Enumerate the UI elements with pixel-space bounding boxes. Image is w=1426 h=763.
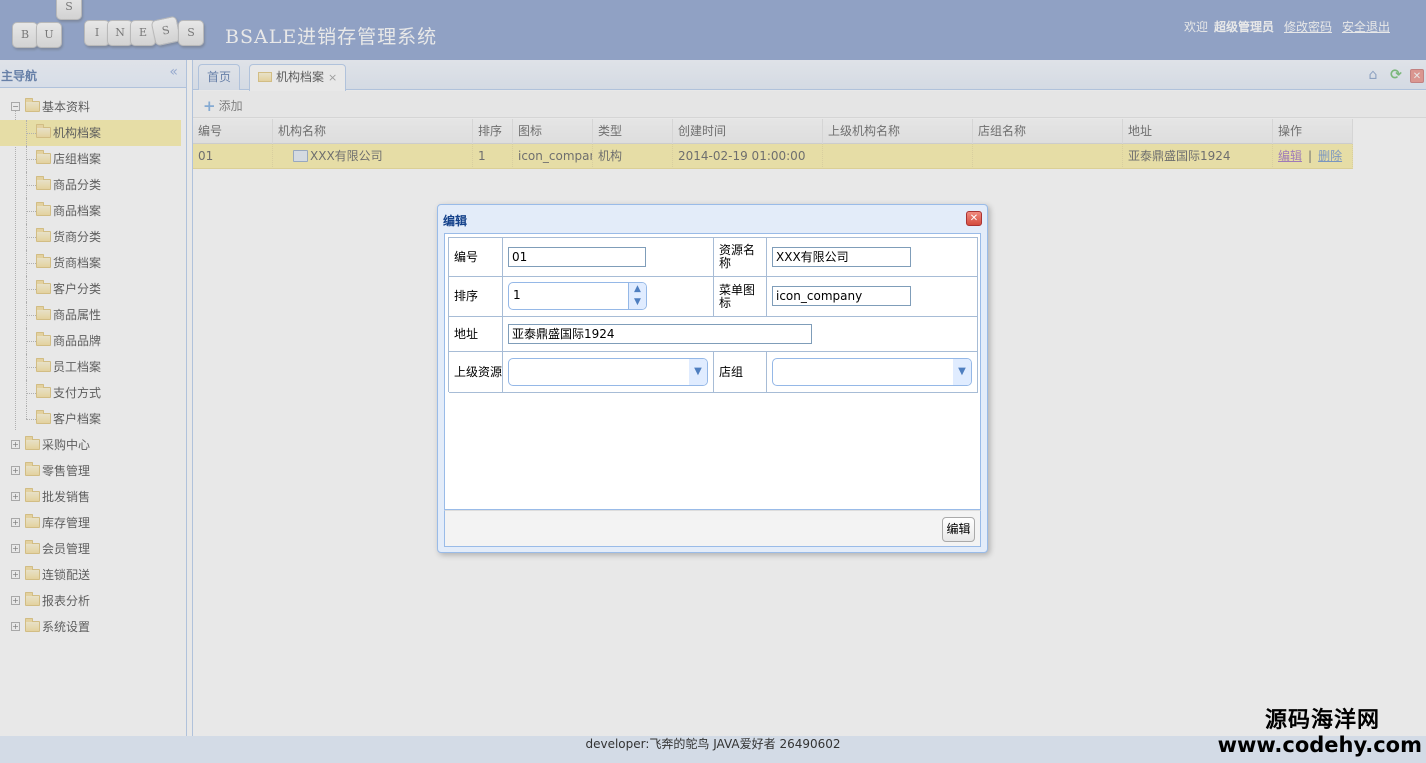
name-field[interactable]: XXX有限公司 <box>772 247 911 267</box>
footer: developer:飞奔的鸵鸟 JAVA爱好者 26490602 <box>0 736 1426 763</box>
store-group-select[interactable]: ▼ <box>772 358 972 386</box>
chevron-up-icon[interactable]: ▲ <box>629 283 646 296</box>
field-cell: 1 ▲ ▼ <box>503 277 714 317</box>
menu-icon-field[interactable]: icon_company <box>772 286 911 306</box>
field-cell: ▼ <box>503 352 714 393</box>
label-name: 资源名称 <box>714 238 767 277</box>
watermark: 源码海洋网 www.codehy.com <box>1218 708 1422 756</box>
address-field[interactable]: 亚泰鼎盛国际1924 <box>508 324 812 344</box>
field-cell: icon_company <box>767 277 978 317</box>
chevron-down-icon[interactable]: ▼ <box>953 359 971 385</box>
label-store-group: 店组 <box>714 352 767 393</box>
chevron-down-icon[interactable]: ▼ <box>689 359 707 385</box>
label-parent: 上级资源 <box>449 352 503 393</box>
field-cell: XXX有限公司 <box>767 238 978 277</box>
watermark-line2: www.codehy.com <box>1217 733 1422 757</box>
label-menu-icon: 菜单图标 <box>714 277 767 317</box>
dialog-footer: 编辑 <box>444 510 981 547</box>
edit-dialog: 编辑 ✕ 编号 01 资源名称 XXX有限公司 排序 1 ▲ ▼ 菜单图标 ico… <box>437 204 988 553</box>
edit-form: 编号 01 资源名称 XXX有限公司 排序 1 ▲ ▼ 菜单图标 icon_com… <box>448 237 978 393</box>
stepper-arrows[interactable]: ▲ ▼ <box>628 283 646 309</box>
label-id: 编号 <box>449 238 503 277</box>
field-cell: ▼ <box>767 352 978 393</box>
watermark-line1: 源码海洋网 <box>1264 708 1380 733</box>
dialog-body: 编号 01 资源名称 XXX有限公司 排序 1 ▲ ▼ 菜单图标 icon_com… <box>444 233 981 510</box>
sort-stepper[interactable]: 1 ▲ ▼ <box>508 282 647 310</box>
field-cell: 01 <box>503 238 714 277</box>
label-address: 地址 <box>449 317 503 352</box>
label-sort: 排序 <box>449 277 503 317</box>
submit-edit-button[interactable]: 编辑 <box>942 517 975 542</box>
id-field[interactable]: 01 <box>508 247 646 267</box>
dialog-close-icon[interactable]: ✕ <box>966 211 982 226</box>
chevron-down-icon[interactable]: ▼ <box>629 296 646 309</box>
field-cell: 亚泰鼎盛国际1924 <box>503 317 978 352</box>
dialog-title: 编辑 <box>443 214 468 228</box>
sort-value: 1 <box>513 288 521 302</box>
parent-select[interactable]: ▼ <box>508 358 708 386</box>
